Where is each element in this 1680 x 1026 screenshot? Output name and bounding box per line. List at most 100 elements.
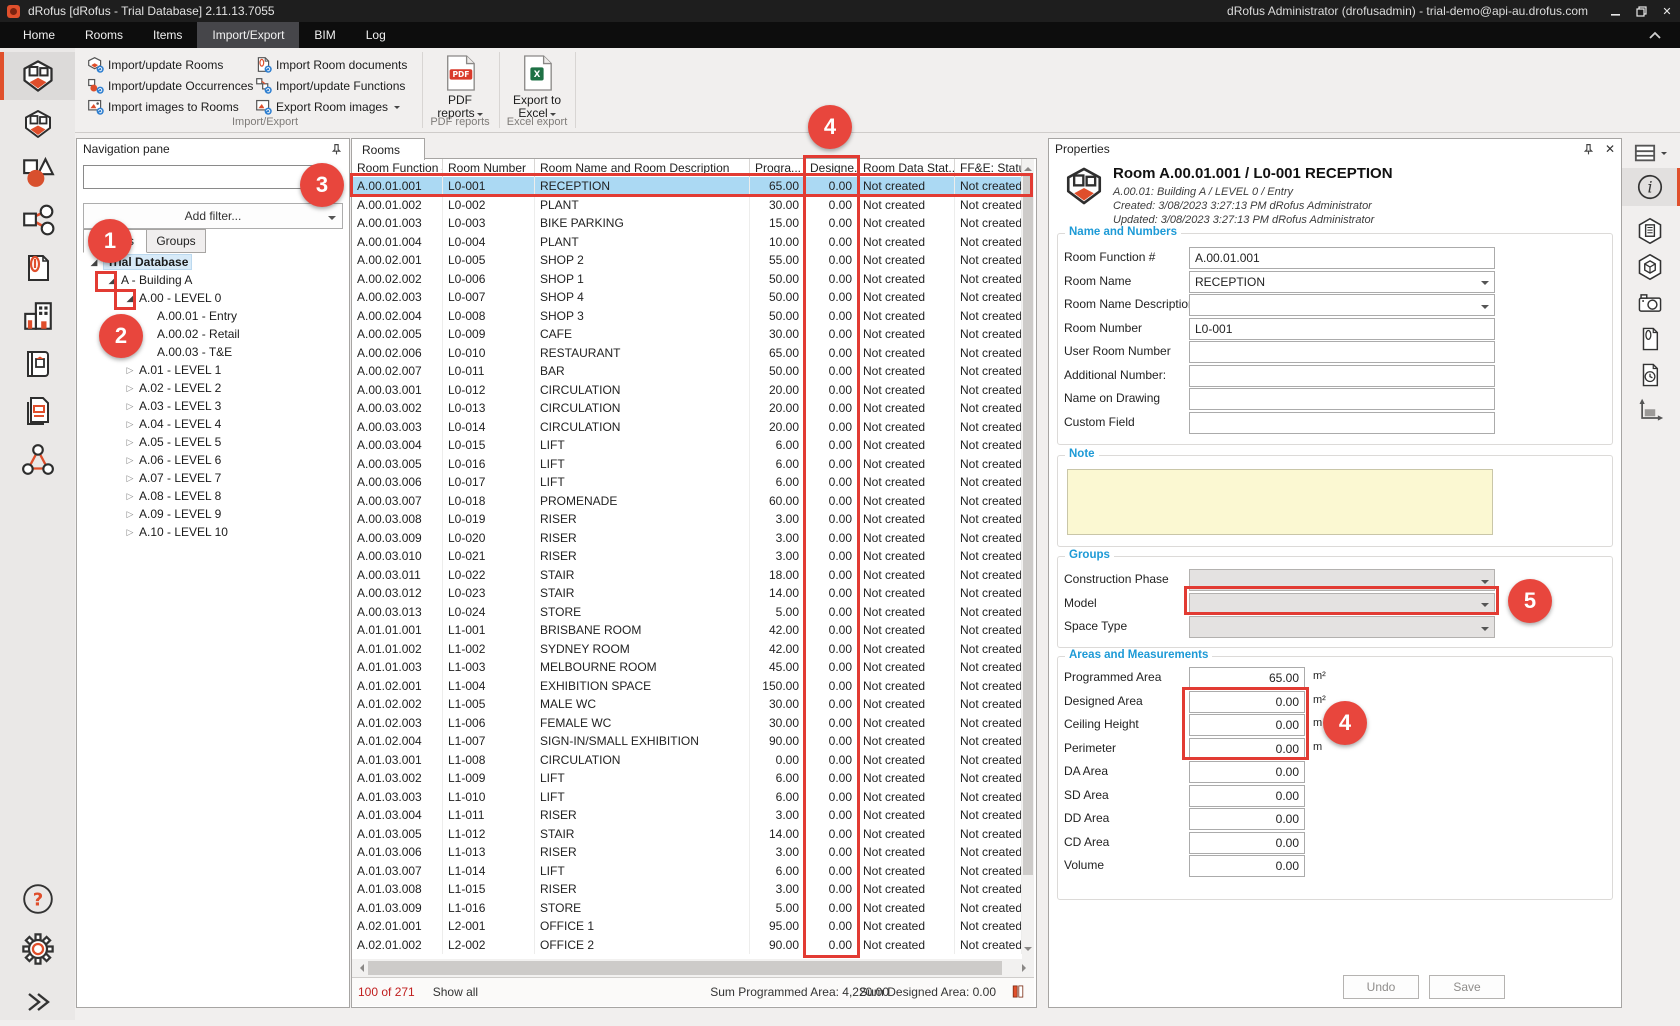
sidebar-rooms-button[interactable]: [0, 52, 75, 100]
sidebar-buildings-button[interactable]: [0, 292, 75, 340]
sidebar-reports-button[interactable]: [0, 388, 75, 436]
tree-expand-icon[interactable]: ▷: [123, 473, 137, 484]
table-row[interactable]: A.01.01.001L1-001BRISBANE ROOM42.000.00N…: [352, 621, 1022, 640]
field-additional-number-input[interactable]: [1189, 365, 1495, 387]
table-row[interactable]: A.00.01.003L0-003BIKE PARKING15.000.00No…: [352, 214, 1022, 233]
restore-button[interactable]: [1628, 0, 1654, 22]
tree-item-label[interactable]: A.00 - LEVEL 0: [139, 291, 221, 305]
import-update-rooms-button[interactable]: Import/update Rooms: [87, 55, 223, 74]
nav-tab-groups[interactable]: Groups: [146, 229, 206, 253]
field-user-room-number-input[interactable]: [1189, 341, 1495, 363]
panel-tab-model[interactable]: [1622, 248, 1677, 286]
scrollbar-thumb[interactable]: [368, 961, 1002, 975]
tree-item-label[interactable]: A.02 - LEVEL 2: [139, 381, 221, 395]
table-row[interactable]: A.01.03.004L1-011RISER3.000.00Not create…: [352, 806, 1022, 825]
field-sd-area-input[interactable]: 0.00: [1189, 785, 1305, 807]
sidebar-documents-button[interactable]: [0, 244, 75, 292]
pin-icon[interactable]: [330, 143, 343, 156]
search-input[interactable]: [83, 165, 319, 189]
sidebar-network-button[interactable]: [0, 436, 75, 484]
panel-tab-item-list[interactable]: [1622, 212, 1677, 250]
tree-expand-icon[interactable]: ▷: [123, 365, 137, 376]
pdf-reports-button[interactable]: PDF PDFreports: [425, 54, 495, 120]
field-da-area-input[interactable]: 0.00: [1189, 761, 1305, 783]
table-row[interactable]: A.00.03.003L0-014CIRCULATION20.000.00Not…: [352, 418, 1022, 437]
table-row[interactable]: A.02.01.001L2-001OFFICE 195.000.00Not cr…: [352, 917, 1022, 936]
tree-item[interactable]: ▷A.02 - LEVEL 2: [77, 379, 347, 397]
table-row[interactable]: A.00.03.011L0-022STAIR18.000.00Not creat…: [352, 566, 1022, 585]
sidebar-systems-button[interactable]: [0, 196, 75, 244]
tree-item-label[interactable]: A.00.03 - T&E: [157, 345, 232, 359]
chevron-down-icon[interactable]: [1481, 305, 1489, 313]
table-row[interactable]: A.01.03.008L1-015RISER3.000.00Not create…: [352, 880, 1022, 899]
table-row[interactable]: A.01.03.007L1-014LIFT6.000.00Not created…: [352, 862, 1022, 881]
sidebar-settings-button[interactable]: [0, 925, 75, 973]
tree-expand-icon[interactable]: ▷: [123, 491, 137, 502]
table-row[interactable]: A.01.02.001L1-004EXHIBITION SPACE150.000…: [352, 677, 1022, 696]
tree-item[interactable]: ▷A.06 - LEVEL 6: [77, 451, 347, 469]
field-volume-input[interactable]: 0.00: [1189, 855, 1305, 877]
table-row[interactable]: A.01.03.006L1-013RISER3.000.00Not create…: [352, 843, 1022, 862]
vertical-scrollbar[interactable]: [1022, 159, 1034, 959]
tree-item-label[interactable]: A.10 - LEVEL 10: [139, 525, 228, 539]
pin-icon[interactable]: [1582, 143, 1595, 156]
sidebar-expand-button[interactable]: [0, 978, 75, 1026]
tree-item-label[interactable]: A.01 - LEVEL 1: [139, 363, 221, 377]
table-row[interactable]: A.00.03.013L0-024STORE5.000.00Not create…: [352, 603, 1022, 622]
menu-tab-import-export[interactable]: Import/Export: [197, 22, 299, 48]
import-update-functions-button[interactable]: Import/update Functions: [255, 76, 405, 95]
menu-tab-rooms[interactable]: Rooms: [70, 22, 138, 48]
import-update-occurrences-button[interactable]: Import/update Occurrences: [87, 76, 253, 95]
tree-item-label[interactable]: A.09 - LEVEL 9: [139, 507, 221, 521]
field-cd-area-input[interactable]: 0.00: [1189, 832, 1305, 854]
table-row[interactable]: A.01.01.003L1-003MELBOURNE ROOM45.000.00…: [352, 658, 1022, 677]
table-row[interactable]: A.02.01.002L2-002OFFICE 290.000.00Not cr…: [352, 936, 1022, 955]
table-row[interactable]: A.00.03.012L0-023STAIR14.000.00Not creat…: [352, 584, 1022, 603]
scrollbar-thumb[interactable]: [1023, 175, 1033, 875]
tree-expand-icon[interactable]: ▷: [123, 419, 137, 430]
table-row[interactable]: A.01.02.003L1-006FEMALE WC30.000.00Not c…: [352, 714, 1022, 733]
field-room-function-#-input[interactable]: A.00.01.001: [1189, 247, 1495, 269]
tree-item-label[interactable]: A.04 - LEVEL 4: [139, 417, 221, 431]
panel-tab-images[interactable]: [1622, 284, 1677, 322]
panel-tab-layout[interactable]: [1622, 140, 1677, 166]
table-row[interactable]: A.00.02.001L0-005SHOP 255.000.00Not crea…: [352, 251, 1022, 270]
minimize-button[interactable]: [1602, 0, 1628, 22]
scroll-left-icon[interactable]: [356, 964, 364, 972]
table-row[interactable]: A.01.02.004L1-007SIGN-IN/SMALL EXHIBITIO…: [352, 732, 1022, 751]
field-room-number-input[interactable]: L0-001: [1189, 318, 1495, 340]
tree-item-label[interactable]: A.05 - LEVEL 5: [139, 435, 221, 449]
field-programmed-area-input[interactable]: 65.00: [1189, 667, 1305, 689]
horizontal-scrollbar[interactable]: [352, 959, 1034, 977]
scroll-right-icon[interactable]: [1022, 964, 1030, 972]
sidebar-items-button[interactable]: [0, 148, 75, 196]
undo-button[interactable]: Undo: [1343, 975, 1419, 999]
field-space-type-select[interactable]: [1189, 616, 1495, 638]
scroll-down-icon[interactable]: [1024, 947, 1032, 955]
table-row[interactable]: A.00.01.004L0-004PLANT10.000.00Not creat…: [352, 233, 1022, 252]
show-all-button[interactable]: Show all: [433, 985, 478, 999]
tree-item-label[interactable]: A.07 - LEVEL 7: [139, 471, 221, 485]
tree-expand-icon[interactable]: ▷: [123, 509, 137, 520]
close-icon[interactable]: ✕: [1605, 142, 1615, 156]
tree-item[interactable]: ▷A.09 - LEVEL 9: [77, 505, 347, 523]
tree-item-label[interactable]: A.03 - LEVEL 3: [139, 399, 221, 413]
book-icon[interactable]: [1010, 983, 1026, 1000]
table-row[interactable]: A.00.03.002L0-013CIRCULATION20.000.00Not…: [352, 399, 1022, 418]
field-name-on-drawing-input[interactable]: [1189, 388, 1495, 410]
tree-expand-icon[interactable]: ▷: [123, 455, 137, 466]
table-row[interactable]: A.00.03.007L0-018PROMENADE60.000.00Not c…: [352, 492, 1022, 511]
tree-item[interactable]: ▷A.07 - LEVEL 7: [77, 469, 347, 487]
table-row[interactable]: A.01.03.009L1-016STORE5.000.00Not create…: [352, 899, 1022, 918]
table-row[interactable]: A.00.03.006L0-017LIFT6.000.00Not created…: [352, 473, 1022, 492]
note-textarea[interactable]: [1067, 469, 1493, 535]
table-row[interactable]: A.00.02.002L0-006SHOP 150.000.00Not crea…: [352, 270, 1022, 289]
table-row[interactable]: A.00.03.008L0-019RISER3.000.00Not create…: [352, 510, 1022, 529]
sidebar-catalog-button[interactable]: [0, 340, 75, 388]
field-room-name-select[interactable]: RECEPTION: [1189, 271, 1495, 293]
collapse-ribbon-icon[interactable]: [1648, 22, 1662, 48]
menu-tab-items[interactable]: Items: [138, 22, 197, 48]
tree-item[interactable]: ▷A.05 - LEVEL 5: [77, 433, 347, 451]
tree-expand-icon[interactable]: ▷: [123, 383, 137, 394]
table-row[interactable]: A.00.03.004L0-015LIFT6.000.00Not created…: [352, 436, 1022, 455]
